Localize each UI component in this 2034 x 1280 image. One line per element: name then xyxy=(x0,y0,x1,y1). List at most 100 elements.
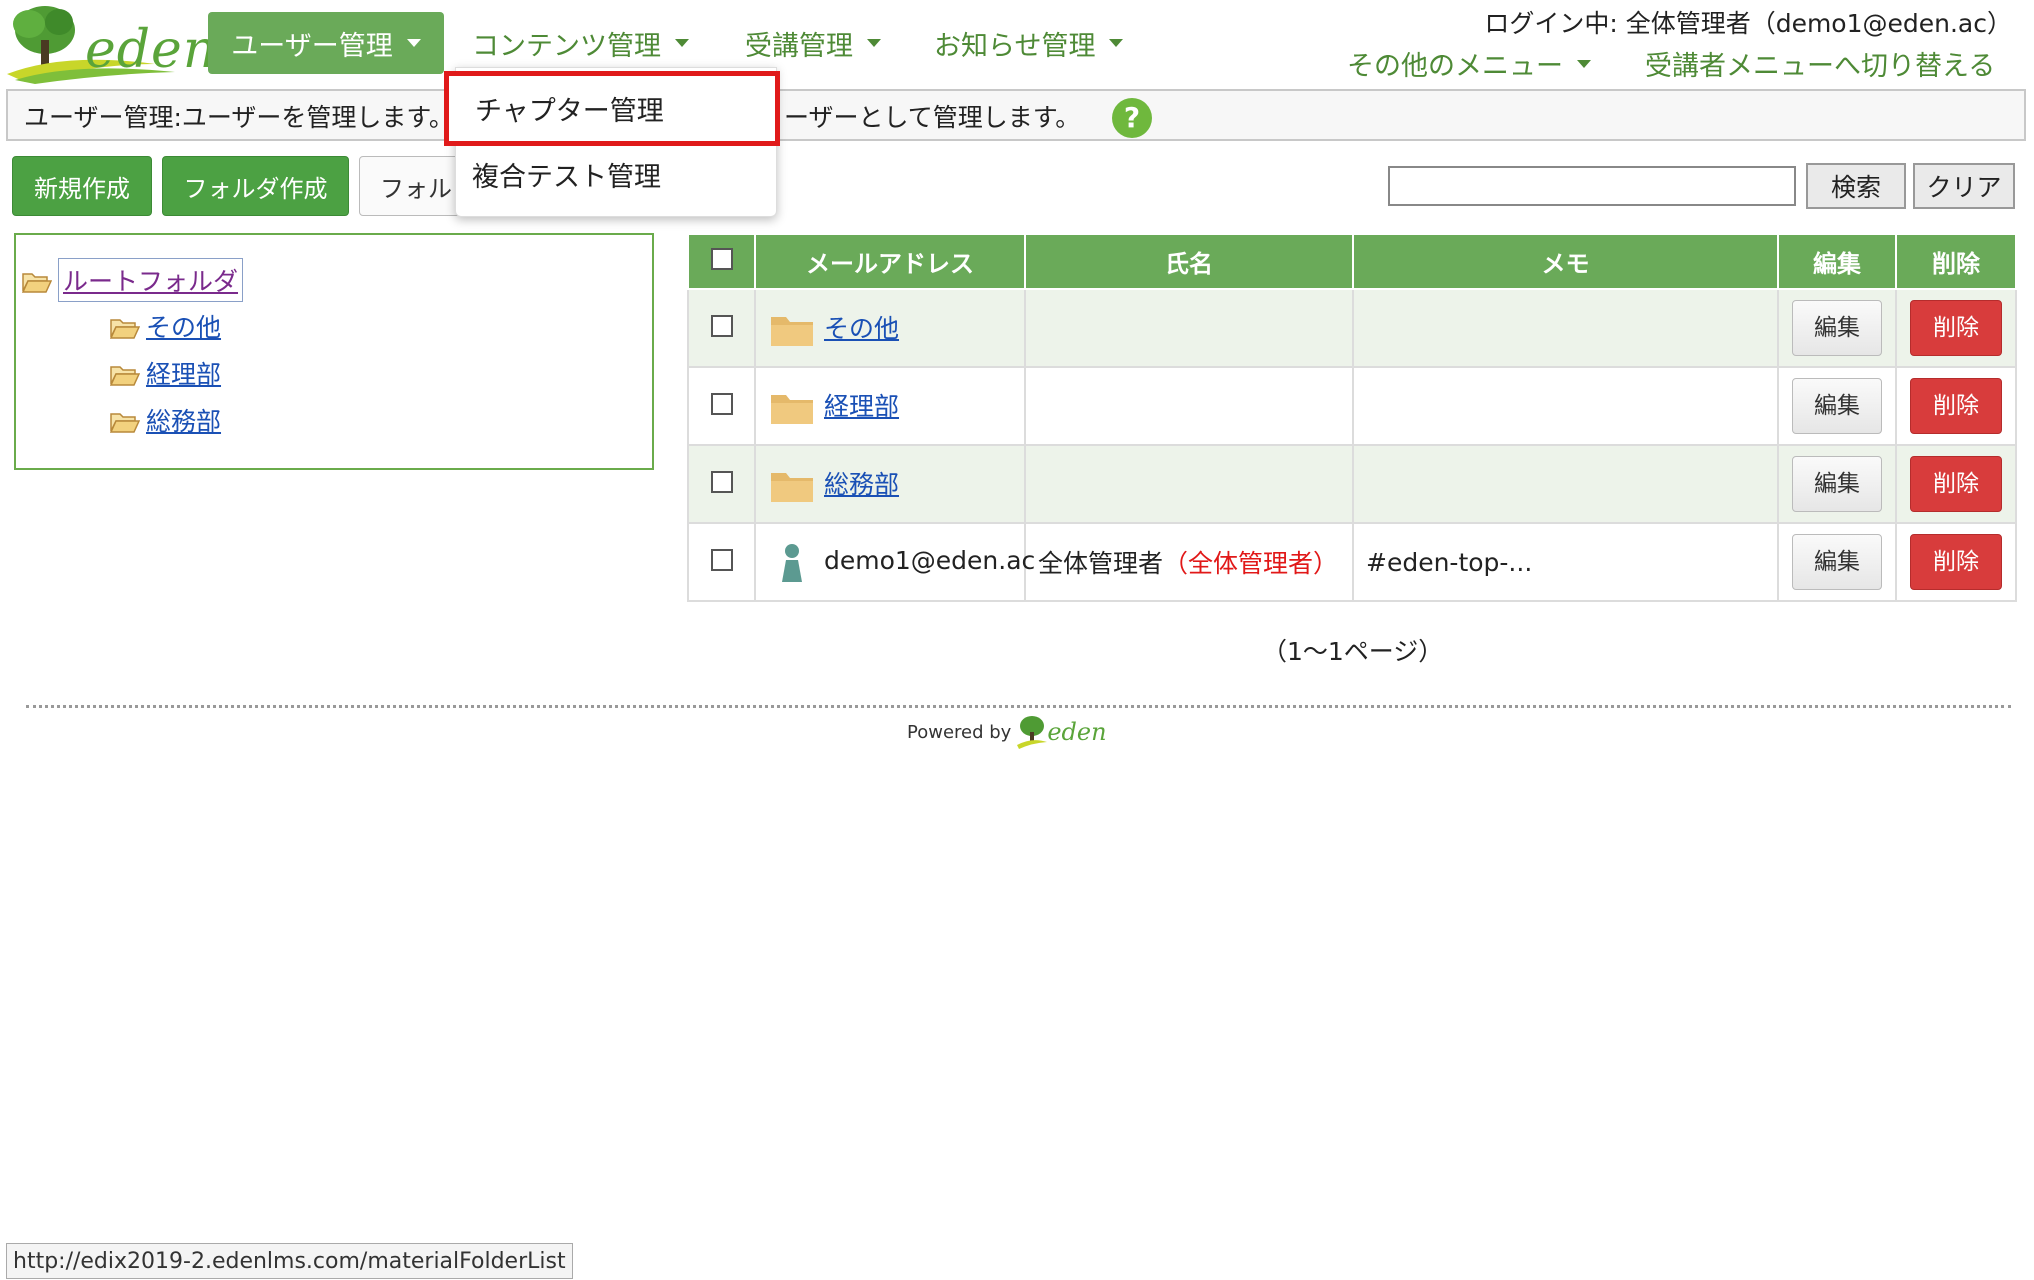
nav-news-label: お知らせ管理 xyxy=(934,30,1096,62)
login-info: ログイン中: 全体管理者（demo1@eden.ac） xyxy=(1484,9,2012,38)
tree-item[interactable]: 総務部 xyxy=(109,402,221,438)
table-header-row: メールアドレス 氏名 メモ 編集 削除 xyxy=(687,233,2017,290)
tree-item-link[interactable]: 総務部 xyxy=(146,402,221,438)
tree-item-link[interactable]: 経理部 xyxy=(146,355,221,391)
nav-user-management[interactable]: ユーザー管理 xyxy=(208,12,444,74)
nav-course-management[interactable]: 受講管理 xyxy=(745,12,881,74)
table-row: 経理部 編集 削除 xyxy=(687,366,2017,446)
search-button[interactable]: 検索 xyxy=(1806,163,1906,209)
folder-link[interactable]: その他 xyxy=(824,314,899,343)
description-text-right: ーザーとして管理します。 xyxy=(784,103,1081,132)
logo-text: eden xyxy=(85,20,218,80)
clear-button[interactable]: クリア xyxy=(1913,163,2015,209)
tree-item-link[interactable]: その他 xyxy=(146,308,221,344)
edit-cell: 編集 xyxy=(1777,522,1897,602)
switch-to-student-menu-link[interactable]: 受講者メニューへ切り替える xyxy=(1645,44,1995,83)
caret-down-icon xyxy=(867,39,881,47)
delete-button[interactable]: 削除 xyxy=(1910,456,2002,512)
dropdown-item-chapter-management[interactable]: チャプター管理 xyxy=(444,71,780,146)
delete-cell: 削除 xyxy=(1895,522,2017,602)
select-all-checkbox[interactable] xyxy=(710,247,733,270)
tree-root-item[interactable]: ルートフォルダ xyxy=(21,258,244,302)
memo-cell: #eden-top-... xyxy=(1352,522,1779,602)
email-cell: demo1@eden.ac xyxy=(754,522,1035,602)
delete-cell: 削除 xyxy=(1895,366,2017,446)
header-delete: 削除 xyxy=(1895,233,2017,290)
nav-news-management[interactable]: お知らせ管理 xyxy=(934,12,1124,74)
table-row: demo1@eden.ac 全体管理者（全体管理者） #eden-top-...… xyxy=(687,522,2017,602)
name-cell: 全体管理者（全体管理者） xyxy=(1024,522,1354,602)
row-checkbox[interactable] xyxy=(710,548,733,571)
edit-button[interactable]: 編集 xyxy=(1792,534,1882,590)
row-select-cell xyxy=(687,522,756,602)
nav-content-management[interactable]: コンテンツ管理 xyxy=(472,12,689,74)
caret-down-icon xyxy=(1109,39,1124,47)
other-menu[interactable]: その他のメニュー xyxy=(1347,44,1591,83)
delete-cell: 削除 xyxy=(1895,444,2017,524)
header-memo[interactable]: メモ xyxy=(1352,233,1779,290)
dropdown-item-composite-test-management[interactable]: 複合テスト管理 xyxy=(472,155,661,194)
delete-button[interactable]: 削除 xyxy=(1910,378,2002,434)
description-text-left: ユーザー管理:ユーザーを管理します。 xyxy=(24,103,454,132)
help-icon[interactable]: ? xyxy=(1112,98,1152,138)
switch-menu-label: 受講者メニューへ切り替える xyxy=(1645,51,1996,82)
nav-user-label: ユーザー管理 xyxy=(231,30,393,62)
user-icon xyxy=(770,544,824,582)
open-folder-icon xyxy=(109,363,141,386)
email-cell: 総務部 xyxy=(754,444,1026,524)
edit-button[interactable]: 編集 xyxy=(1792,300,1882,356)
name-cell xyxy=(1024,366,1354,446)
edit-cell: 編集 xyxy=(1777,288,1897,368)
caret-down-icon xyxy=(406,39,421,47)
caret-down-icon xyxy=(675,39,689,47)
header-edit: 編集 xyxy=(1777,233,1897,290)
row-checkbox[interactable] xyxy=(710,470,733,493)
open-folder-icon xyxy=(21,270,53,293)
select-all-header xyxy=(687,233,756,290)
row-checkbox[interactable] xyxy=(710,314,733,337)
eden-logo[interactable]: eden xyxy=(5,2,216,84)
edit-button[interactable]: 編集 xyxy=(1792,456,1882,512)
status-bar-url: http://edix2019-2.edenlms.com/materialFo… xyxy=(6,1243,573,1279)
name-cell xyxy=(1024,444,1354,524)
open-folder-icon xyxy=(109,410,141,433)
new-button[interactable]: 新規作成 xyxy=(12,156,152,216)
nav-course-label: 受講管理 xyxy=(745,30,853,62)
user-role: （全体管理者） xyxy=(1163,549,1339,578)
powered-by: Powered by eden xyxy=(907,707,1107,757)
delete-button[interactable]: 削除 xyxy=(1910,300,2002,356)
table-row: 総務部 編集 削除 xyxy=(687,444,2017,524)
row-select-cell xyxy=(687,288,756,368)
memo-cell xyxy=(1352,366,1779,446)
tree-logo-icon xyxy=(1017,716,1048,749)
row-select-cell xyxy=(687,444,756,524)
folder-link[interactable]: 総務部 xyxy=(824,470,899,499)
edit-cell: 編集 xyxy=(1777,366,1897,446)
header-name[interactable]: 氏名 xyxy=(1024,233,1354,290)
other-menu-label: その他のメニュー xyxy=(1347,51,1563,82)
table-row: その他 編集 削除 xyxy=(687,288,2017,368)
memo-cell xyxy=(1352,288,1779,368)
caret-down-icon xyxy=(1577,59,1591,68)
user-email: demo1@eden.ac xyxy=(824,546,1036,575)
delete-cell: 削除 xyxy=(1895,288,2017,368)
folder-icon xyxy=(770,470,824,502)
row-checkbox[interactable] xyxy=(710,392,733,415)
edit-cell: 編集 xyxy=(1777,444,1897,524)
folder-link[interactable]: 経理部 xyxy=(824,392,899,421)
edit-button[interactable]: 編集 xyxy=(1792,378,1882,434)
create-folder-button[interactable]: フォルダ作成 xyxy=(162,156,349,216)
open-folder-icon xyxy=(109,316,141,339)
email-cell: 経理部 xyxy=(754,366,1026,446)
header-email[interactable]: メールアドレス xyxy=(754,233,1026,290)
nav-content-label: コンテンツ管理 xyxy=(472,30,661,62)
tree-root-link[interactable]: ルートフォルダ xyxy=(58,258,244,302)
delete-button[interactable]: 削除 xyxy=(1910,534,2002,590)
email-cell: その他 xyxy=(754,288,1026,368)
folder-icon xyxy=(770,314,824,346)
memo-cell xyxy=(1352,444,1779,524)
tree-item[interactable]: 経理部 xyxy=(109,355,221,391)
search-input[interactable] xyxy=(1388,166,1796,206)
tree-item[interactable]: その他 xyxy=(109,308,221,344)
user-table: メールアドレス 氏名 メモ 編集 削除 その他 編集 削除 経理部 編集 削除 … xyxy=(687,233,2017,602)
